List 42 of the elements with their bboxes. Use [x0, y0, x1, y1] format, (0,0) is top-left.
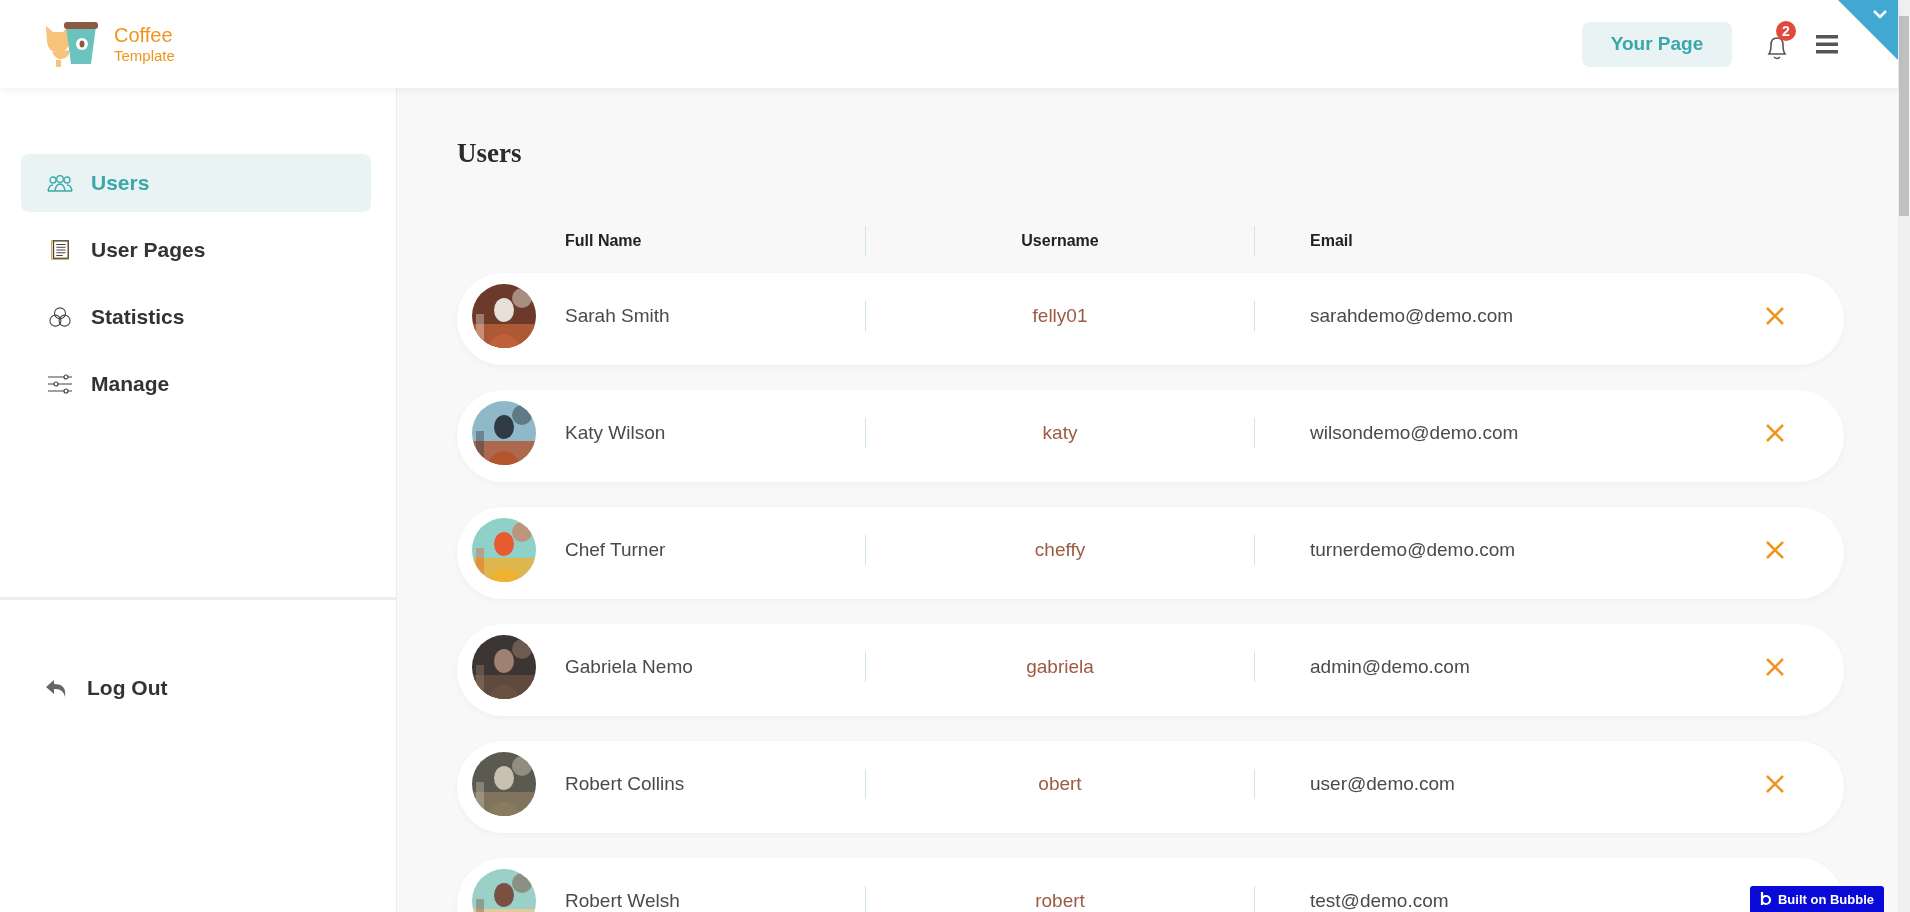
email-cell-text: admin@demo.com	[1309, 656, 1471, 678]
email-cell-text: test@demo.com	[1309, 890, 1450, 912]
bubble-logo-icon	[1759, 891, 1772, 907]
username-cell: gabriela	[1026, 656, 1094, 678]
column-header: Email	[1309, 232, 1354, 250]
full-name-cell-text: Robert Collins	[565, 773, 686, 795]
logout-button[interactable]: Log Out	[45, 676, 168, 700]
email-cell-text: turnerdemo@demo.com	[1309, 539, 1517, 561]
full-name-cell-text: Chef Turner	[565, 539, 667, 561]
username-cell: felly01	[1032, 305, 1088, 327]
full-name-cell-text: Sarah Smith	[565, 305, 671, 327]
close-icon[interactable]	[1764, 773, 1786, 795]
email-cell-text: sarahdemo@demo.com	[1309, 305, 1515, 327]
built-on-bubble-badge[interactable]: Built on Bubble	[1749, 886, 1884, 912]
page-title: Users	[457, 138, 523, 169]
username-cell: obert	[1038, 773, 1082, 795]
menu-icon[interactable]	[1816, 34, 1838, 54]
circles-icon	[47, 306, 73, 328]
users-icon	[47, 172, 73, 194]
email-cell-text: user@demo.com	[1309, 773, 1456, 795]
scrollbar-thumb[interactable]	[1899, 16, 1909, 216]
column-header: Username	[1021, 232, 1099, 250]
close-icon[interactable]	[1764, 656, 1786, 678]
close-icon[interactable]	[1764, 305, 1786, 327]
notification-count: 2	[1776, 21, 1796, 41]
full-name-cell-text: Gabriela Nemo	[565, 656, 694, 678]
username-cell: cheffy	[1034, 539, 1086, 561]
full-name-cell-text: Robert Welsh	[565, 890, 681, 912]
sidebar-item[interactable]: User Pages	[21, 221, 371, 279]
username-cell: robert	[1035, 890, 1085, 912]
column-header: Full Name	[565, 232, 643, 250]
sidebar-item[interactable]: Statistics	[21, 288, 371, 346]
scrollbar[interactable]	[1898, 0, 1910, 912]
close-icon[interactable]	[1764, 422, 1786, 444]
brand-subtitle: Template	[114, 47, 175, 65]
sidebar-item[interactable]: Manage	[21, 355, 371, 413]
full-name-cell-text: Katy Wilson	[565, 422, 667, 444]
sliders-icon	[47, 373, 73, 395]
close-icon[interactable]	[1764, 539, 1786, 561]
email-cell-text: wilsondemo@demo.com	[1309, 422, 1520, 444]
username-cell: katy	[1042, 422, 1078, 444]
brand-name: Coffee	[114, 23, 174, 47]
